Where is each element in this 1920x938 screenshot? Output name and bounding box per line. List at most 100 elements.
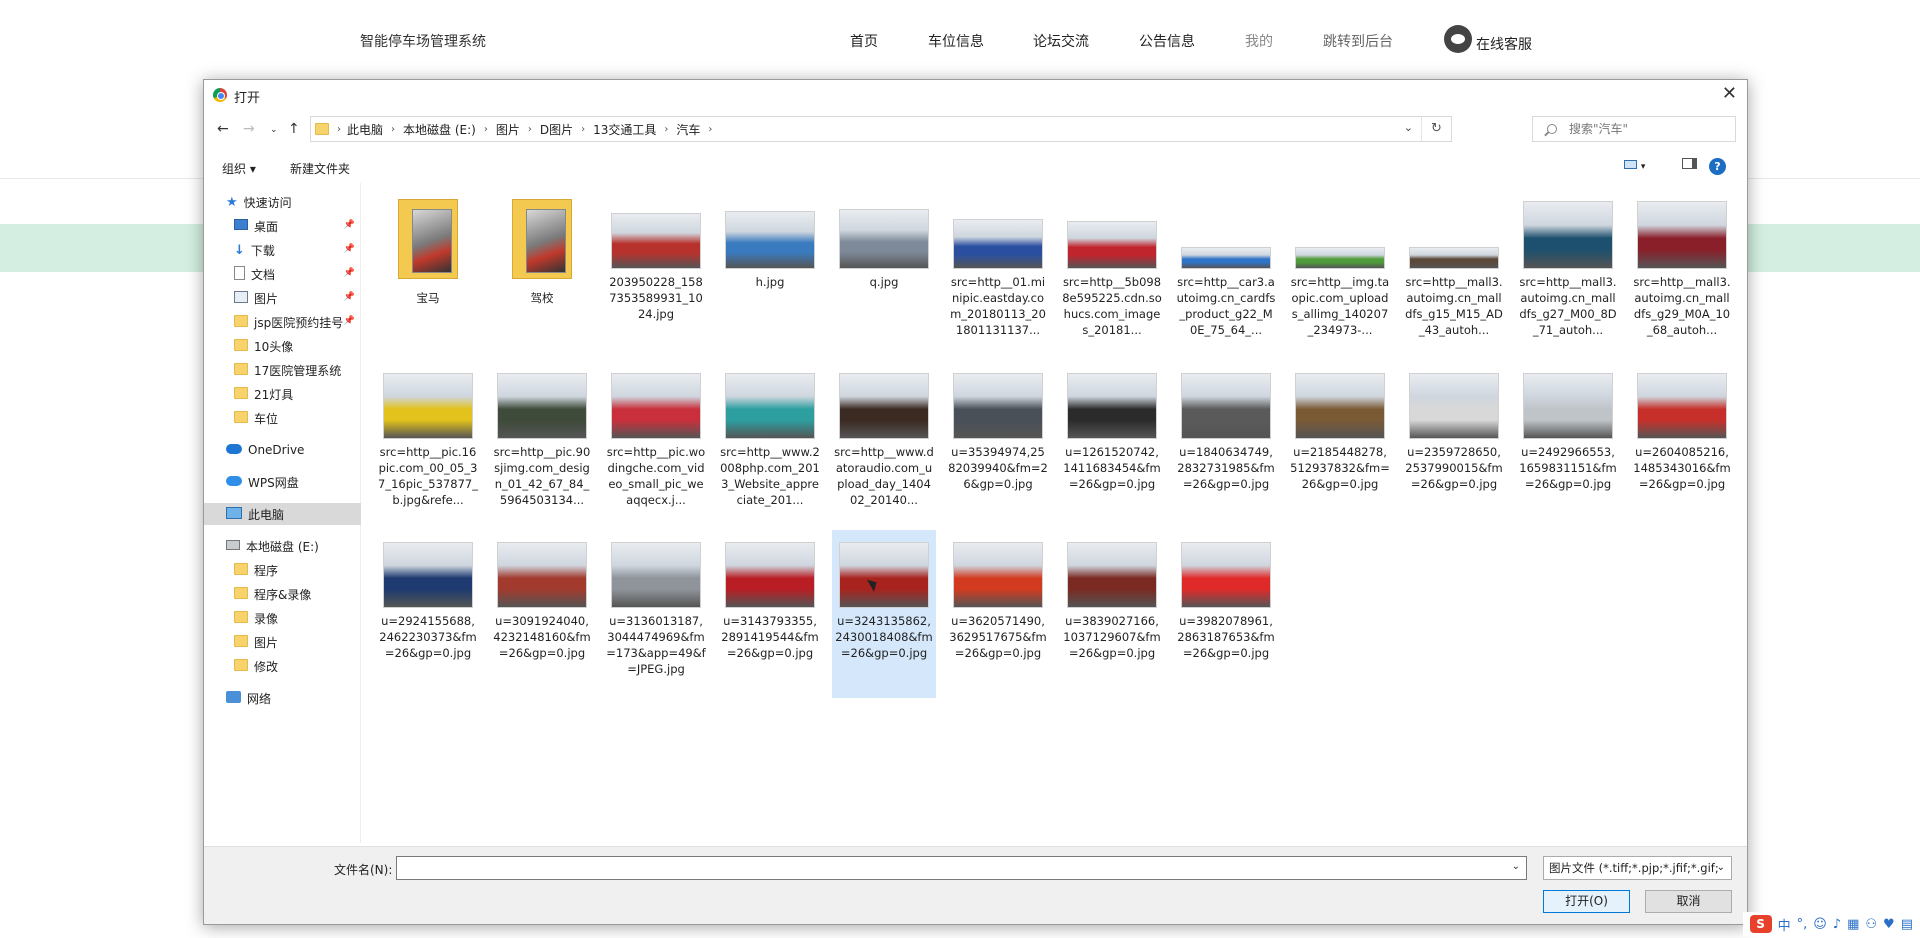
file-item[interactable]: u=1261520742,1411683454&fm=26&gp=0.jpg: [1060, 361, 1164, 529]
sogou-logo-icon[interactable]: S: [1749, 915, 1772, 933]
punctuation-icon[interactable]: °,: [1797, 917, 1808, 932]
filetype-value: 图片文件 (*.tiff;*.pjp;*.jfif;*.gif;: [1549, 861, 1719, 875]
file-item[interactable]: u=3839027166,1037129607&fm=26&gp=0.jpg: [1060, 530, 1164, 698]
organize-button[interactable]: 组织 ▾: [222, 160, 256, 177]
file-item[interactable]: u=2359728650,2537990015&fm=26&gp=0.jpg: [1402, 361, 1506, 529]
file-item[interactable]: u=3982078961,2863187653&fm=26&gp=0.jpg: [1174, 530, 1278, 698]
open-button[interactable]: 打开(O): [1543, 890, 1630, 913]
address-dropdown-icon[interactable]: ⌄: [1404, 121, 1413, 134]
file-item[interactable]: u=35394974,2582039940&fm=26&gp=0.jpg: [946, 361, 1050, 529]
skin-icon[interactable]: ♥: [1883, 917, 1895, 932]
preview-pane-icon[interactable]: [1682, 158, 1697, 172]
breadcrumb-item[interactable]: 此电脑: [347, 121, 383, 138]
file-item[interactable]: u=2604085216,1485343016&fm=26&gp=0.jpg: [1630, 361, 1734, 529]
microphone-icon[interactable]: ♪: [1833, 917, 1841, 932]
nav-mine[interactable]: 我的: [1245, 31, 1273, 51]
file-item[interactable]: src=http__www.datoraudio.com_upload_day_…: [832, 361, 936, 529]
filetype-select[interactable]: 图片文件 (*.tiff;*.pjp;*.jfif;*.gif; ⌄: [1543, 856, 1732, 880]
address-bar[interactable]: › 此电脑 › 本地磁盘 (E:) › 图片 › D图片 › 13交通工具 › 汽车 › ⌄…: [310, 116, 1452, 142]
file-item[interactable]: src=http__mall3.autoimg.cn_malldfs_g15_M…: [1402, 191, 1506, 359]
file-item[interactable]: h.jpg: [718, 191, 822, 359]
sidebar-item[interactable]: 10头像: [204, 335, 361, 357]
image-thumbnail: [1067, 542, 1157, 608]
filename-field[interactable]: ⌄: [396, 856, 1527, 880]
filename-dropdown-icon[interactable]: ⌄: [1512, 861, 1520, 872]
file-item[interactable]: u=3136013187,3044474969&fm=173&app=49&f=…: [604, 530, 708, 698]
file-item[interactable]: u=2924155688,2462230373&fm=26&gp=0.jpg: [376, 530, 480, 698]
sidebar-item[interactable]: 修改: [204, 655, 361, 677]
help-icon[interactable]: ?: [1709, 158, 1726, 175]
breadcrumb-item[interactable]: D图片: [540, 121, 573, 138]
sidebar-item[interactable]: 程序&录像: [204, 583, 361, 605]
new-folder-button[interactable]: 新建文件夹: [290, 160, 350, 177]
close-icon[interactable]: ✕: [1722, 83, 1737, 104]
file-item[interactable]: u=3091924040,4232148160&fm=26&gp=0.jpg: [490, 530, 594, 698]
file-item[interactable]: u=1840634749,2832731985&fm=26&gp=0.jpg: [1174, 361, 1278, 529]
file-item[interactable]: src=http__img.taopic.com_uploads_allimg_…: [1288, 191, 1392, 359]
file-item[interactable]: src=http__mall3.autoimg.cn_malldfs_g27_M…: [1516, 191, 1620, 359]
sidebar-item[interactable]: 本地磁盘 (E:): [204, 535, 361, 557]
ime-language[interactable]: 中: [1778, 915, 1791, 934]
sidebar-item[interactable]: 录像: [204, 607, 361, 629]
file-item[interactable]: u=3243135862,2430018408&fm=26&gp=0.jpg: [832, 530, 936, 698]
nav-parking-info[interactable]: 车位信息: [928, 31, 984, 51]
sidebar-item[interactable]: jsp医院预约挂号 📌: [204, 311, 361, 333]
recent-chevron-icon[interactable]: ⌄: [270, 125, 278, 135]
nav-home[interactable]: 首页: [850, 31, 878, 51]
sidebar-item[interactable]: ↓ 下载 📌: [204, 239, 361, 261]
sidebar-item[interactable]: 图片 📌: [204, 287, 361, 309]
sidebar-item[interactable]: WPS网盘: [204, 471, 361, 493]
file-item[interactable]: src=http__www.2008php.com_2013_Website_a…: [718, 361, 822, 529]
sidebar-item[interactable]: 程序: [204, 559, 361, 581]
sidebar-item[interactable]: 网络: [204, 687, 361, 709]
file-item[interactable]: u=3143793355,2891419544&fm=26&gp=0.jpg: [718, 530, 822, 698]
file-item[interactable]: u=2185448278,512937832&fm=26&gp=0.jpg: [1288, 361, 1392, 529]
file-name: u=2359728650,2537990015&fm=26&gp=0.jpg: [1405, 445, 1503, 491]
sidebar-item[interactable]: 文档 📌: [204, 263, 361, 285]
sidebar-item[interactable]: 21灯具: [204, 383, 361, 405]
filename-input[interactable]: [397, 857, 1497, 879]
folder-item[interactable]: 宝马: [376, 191, 480, 359]
file-item[interactable]: src=http__pic.wodingche.com_video_small_…: [604, 361, 708, 529]
folder-item[interactable]: 驾校: [490, 191, 594, 359]
keyboard-icon[interactable]: ▦: [1847, 917, 1859, 932]
file-item[interactable]: u=3620571490,3629517675&fm=26&gp=0.jpg: [946, 530, 1050, 698]
file-item[interactable]: u=2492966553,1659831151&fm=26&gp=0.jpg: [1516, 361, 1620, 529]
file-item[interactable]: src=http__car3.autoimg.cn_cardfs_product…: [1174, 191, 1278, 359]
file-item[interactable]: src=http__mall3.autoimg.cn_malldfs_g29_M…: [1630, 191, 1734, 359]
file-item[interactable]: 203950228_1587353589931_1024.jpg: [604, 191, 708, 359]
file-item[interactable]: src=http__pic.90sjimg.com_design_01_42_6…: [490, 361, 594, 529]
breadcrumb-item[interactable]: 本地磁盘 (E:): [403, 121, 476, 138]
back-arrow-icon[interactable]: ←: [217, 121, 229, 137]
breadcrumb-item[interactable]: 13交通工具: [593, 121, 656, 138]
nav-notices[interactable]: 公告信息: [1139, 31, 1195, 51]
sidebar-item[interactable]: ★ 快速访问: [204, 191, 361, 213]
sidebar-item[interactable]: 桌面 📌: [204, 215, 361, 237]
search-input[interactable]: [1569, 122, 1719, 136]
user-icon[interactable]: ⚇: [1865, 917, 1877, 932]
emoji-icon[interactable]: ☺: [1813, 917, 1827, 932]
breadcrumb-item[interactable]: 汽车: [676, 121, 700, 138]
sidebar-item[interactable]: 此电脑: [204, 503, 361, 525]
view-mode-icon[interactable]: ▾: [1624, 158, 1645, 172]
cancel-button[interactable]: 取消: [1645, 890, 1732, 913]
online-service[interactable]: 在线客服: [1444, 24, 1532, 54]
sidebar-item[interactable]: 图片: [204, 631, 361, 653]
breadcrumb-item[interactable]: 图片: [496, 121, 520, 138]
tools-icon[interactable]: ▤: [1901, 917, 1913, 932]
up-arrow-icon[interactable]: ↑: [288, 121, 300, 137]
forward-arrow-icon[interactable]: →: [243, 121, 255, 137]
search-box[interactable]: [1532, 116, 1736, 142]
file-item[interactable]: src=http__5b0988e595225.cdn.sohucs.com_i…: [1060, 191, 1164, 359]
image-thumbnail: [1181, 373, 1271, 439]
nav-forum[interactable]: 论坛交流: [1033, 31, 1089, 51]
sidebar-item[interactable]: OneDrive: [204, 439, 361, 461]
refresh-icon[interactable]: ↻: [1421, 117, 1451, 141]
file-item[interactable]: src=http__pic.16pic.com_00_05_37_16pic_5…: [376, 361, 480, 529]
sidebar-item-label: 下载: [250, 243, 275, 258]
sidebar-item[interactable]: 17医院管理系统: [204, 359, 361, 381]
nav-admin[interactable]: 跳转到后台: [1323, 31, 1393, 51]
file-item[interactable]: src=http__01.minipic.eastday.com_2018011…: [946, 191, 1050, 359]
sidebar-item[interactable]: 车位: [204, 407, 361, 429]
file-item[interactable]: q.jpg: [832, 191, 936, 359]
